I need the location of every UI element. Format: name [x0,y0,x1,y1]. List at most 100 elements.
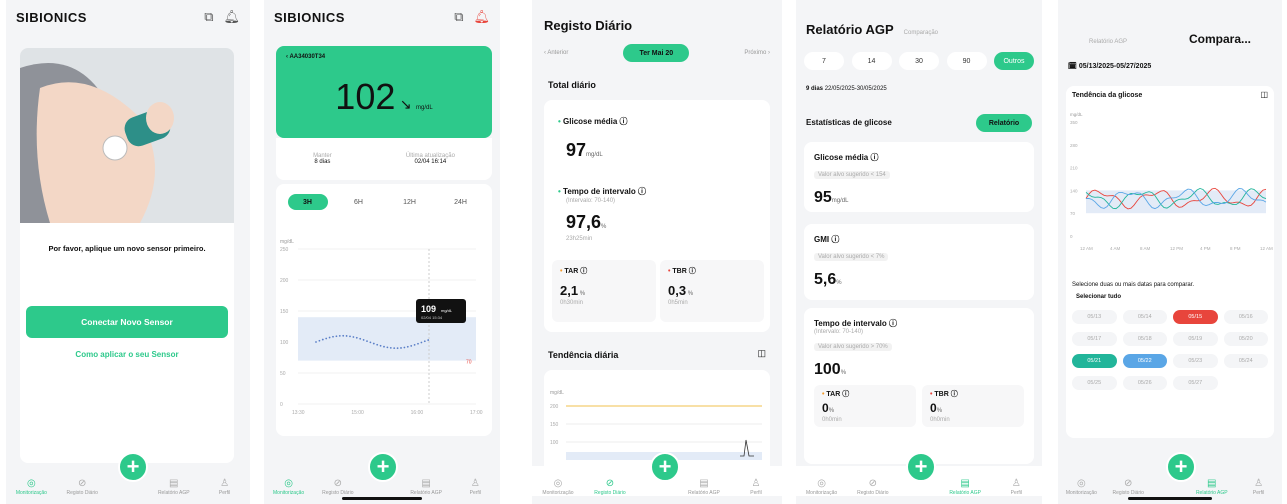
tab-monitoring[interactable]: ◎ Monitorização [269,478,309,496]
glucose-point [396,347,399,350]
date-chip[interactable]: 05/22 [1122,354,1167,368]
date-chip[interactable]: 05/21 [1072,354,1117,368]
tab-profile[interactable]: ♙ Perfil [996,478,1036,496]
chart-card: 3H 6H 12H 24H mg/dL 250 200 150 100 50 0 13:30 15:0… [276,184,492,436]
date-chip[interactable]: 05/24 [1223,354,1268,368]
y-tick: 210 [1070,166,1078,171]
date-chip[interactable]: 05/16 [1223,310,1268,324]
date-chip[interactable]: 05/14 [1122,310,1167,324]
how-to-apply-link[interactable]: Como aplicar o seu Sensor [20,350,234,359]
y-tick: 250 [280,247,289,253]
range-90[interactable]: 90 [946,52,987,70]
date-chip[interactable]: 05/18 [1122,332,1167,346]
next-day-button[interactable]: Próximo › [744,50,770,56]
date-chip[interactable]: 05/26 [1122,376,1167,390]
y-tick: 70 [1070,211,1076,216]
tab-daily-log[interactable]: ⊘ Registo Diário [853,478,893,496]
tbr-box: • TBR ⓘ 0% 0h0min [922,385,1024,427]
page-title: Registo Diário [544,18,633,33]
tab-daily-log[interactable]: ⊘ Registo Diário [590,478,630,496]
tab-profile[interactable]: ♙ Perfil [736,478,776,496]
date-chip[interactable]: 05/19 [1173,332,1218,346]
range-outros[interactable]: Outros [994,52,1034,70]
add-button[interactable]: + [906,452,936,482]
tab-daily-log[interactable]: ⊘ Registo Diário [62,478,102,496]
range-14[interactable]: 14 [851,52,892,70]
glucose-unit: mg/dL [416,105,433,111]
prev-day-button[interactable]: ‹ Anterior [544,50,568,56]
glucose-trend-chart: mg/dL 350 280 210 140 70 0 12 AM 4 AM 8 AM 12 PM 4 … [1070,112,1273,251]
tab-compare[interactable]: Compara... [1189,32,1251,46]
tab-profile[interactable]: ♙ Perfil [455,478,495,496]
y-tick: 100 [550,440,559,446]
expand-icon[interactable]: ◫ [1260,90,1268,99]
range-3h[interactable]: 3H [287,194,328,210]
glucose-point [335,335,338,338]
range-tabs: 3H 6H 12H 24H [276,184,492,210]
range-30[interactable]: 30 [899,52,939,70]
x-tick: 8 PM [1230,246,1241,251]
add-button[interactable]: + [368,452,398,482]
glucose-point [403,346,406,349]
tab-monitoring[interactable]: ◎ Monitorização [1061,478,1101,496]
tab-profile[interactable]: ♙ Perfil [205,478,245,496]
date-chip[interactable]: 05/27 [1173,376,1218,390]
date-chip[interactable]: 05/23 [1173,354,1218,368]
add-button[interactable]: + [1166,452,1196,482]
bell-icon[interactable]: 🔔︎ [223,9,240,25]
share-icon[interactable]: ⧉ [454,9,463,25]
tab-monitoring[interactable]: ◎ Monitorização [11,478,51,496]
target-range-band [298,317,476,361]
y-tick: 350 [1070,120,1078,125]
date-chip[interactable]: 05/15 [1173,310,1218,324]
tar-box: • TAR ⓘ 0% 0h0min [814,385,916,427]
calendar-icon[interactable]: 🗓︎ [1068,63,1077,70]
tab-agp[interactable]: ▤ Relatório AGP [945,478,985,496]
add-button[interactable]: + [118,452,148,482]
home-indicator [342,497,422,500]
apply-sensor-text: Por favor, aplique um novo sensor primei… [48,244,206,253]
range-selector: 7 14 30 90 Outros [804,52,1034,70]
glucose-point [325,337,328,340]
avg-glucose-value: 95 [814,189,832,206]
date-chip[interactable]: 05/17 [1072,332,1117,346]
add-button[interactable]: + [650,452,680,482]
glucose-point [400,347,402,349]
range-6h[interactable]: 6H [339,194,379,210]
share-icon[interactable]: ⧉ [204,9,213,25]
date-range[interactable]: 05/13/2025-05/27/2025 [1079,63,1151,70]
tab-daily-log[interactable]: ⊘ Registo Diário [318,478,358,496]
date-chip[interactable]: 05/25 [1072,376,1117,390]
tab-agp[interactable]: ▤ Relatório AGP [406,478,446,496]
connect-sensor-button[interactable]: Conectar Novo Sensor [26,306,228,338]
glucose-point [372,342,375,345]
tab-profile[interactable]: ♙ Perfil [1239,478,1279,496]
range-12h[interactable]: 12H [390,194,430,210]
report-icon: ▤ [169,478,179,489]
tab-agp[interactable]: ▤ Relatório AGP [154,478,194,496]
date-grid: 05/13 05/14 05/15 05/16 05/17 05/18 05/19 05/20… [1072,310,1268,390]
tab-daily-log[interactable]: ⊘ Registo Diário [1108,478,1148,496]
date-chip[interactable]: 05/20 [1223,332,1268,346]
bell-icon[interactable]: 🔔︎ [473,9,490,25]
tab-agp[interactable]: ▤ Relatório AGP [1192,478,1232,496]
tab-report[interactable]: Relatório AGP [1089,39,1127,45]
range-7[interactable]: 7 [804,52,844,70]
tab-agp[interactable]: ▤ Relatório AGP [684,478,724,496]
last-update: 02/04 16:14 [414,159,447,165]
compare-tab[interactable]: Comparação [904,30,938,36]
avg-glucose-label: • Glicose média ⓘ [558,117,628,126]
glucose-point [315,341,317,343]
current-date[interactable]: Ter Mai 20 [623,44,690,62]
glucose-point [359,337,362,340]
select-all[interactable]: Selecionar tudo [1076,294,1121,300]
y-tick: 280 [1070,143,1078,148]
range-24h[interactable]: 24H [441,194,481,210]
date-chip[interactable]: 05/13 [1072,310,1117,324]
sensor-id[interactable]: ‹ AA34030T34 [276,46,492,68]
tab-monitoring[interactable]: ◎ Monitorização [538,478,578,496]
expand-icon[interactable]: ◫ [757,348,766,359]
tar-box: • TAR ⓘ 2,1 % 0h30min [552,260,656,322]
report-button[interactable]: Relatório [976,114,1032,132]
tab-monitoring[interactable]: ◎ Monitorização [802,478,842,496]
